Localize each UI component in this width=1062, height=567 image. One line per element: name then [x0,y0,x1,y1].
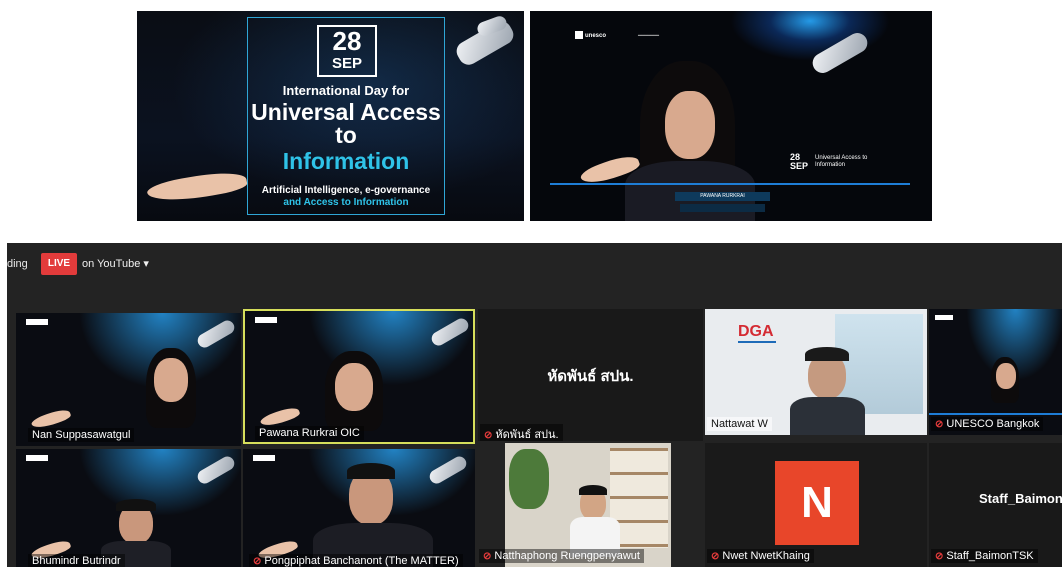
partner-logo-text: ━━━━━━━ [638,33,660,39]
participant-hair [805,347,849,361]
speaker-subtitle-bar [680,204,765,212]
participant-name: Nan Suppasawatgul [28,428,135,442]
mic-muted-icon: ⊘ [253,556,262,567]
robot-hand-icon [195,317,237,351]
poster-date-box: 28 SEP [317,25,377,77]
poster-line2: Universal Access to [251,99,441,148]
participant-name: Bhumindr Butrindr [28,554,125,567]
slide-month: SEP [790,161,809,171]
participant-name-text: UNESCO Bangkok [946,418,1040,430]
video-tile[interactable]: Bhumindr Butrindr [16,449,241,567]
participant-name: Nattawat W [707,417,772,431]
robot-hand-icon [429,315,471,349]
unesco-logo-icon [935,315,953,320]
plant-background [509,449,549,509]
unesco-logo-icon [575,31,583,39]
poster-photo: 28 SEP International Day for Universal A… [137,11,524,221]
participant-name: Pawana Rurkrai OIC [255,426,364,440]
participant-hair [116,499,156,511]
poster-line5: and Access to Information [283,197,409,208]
participant-name-text: Bhumindr Butrindr [32,555,121,567]
video-tile[interactable]: ⊘ Pongpiphat Banchanont (The MATTER) [243,449,475,567]
slide-title: Universal Access to Information [815,155,868,168]
slide-date: 28 SEP [790,153,808,171]
mic-muted-icon: ⊘ [711,551,720,562]
unesco-text: unesco [585,33,607,39]
dga-logo: DGA [738,323,774,340]
video-tile[interactable]: ⊘ UNESCO Bangkok [929,309,1062,435]
poster-line3: Information [282,148,410,174]
participant-name: ⊘ UNESCO Bangkok [931,417,1044,431]
poster-month: SEP [331,55,362,72]
participant-name-text: Nan Suppasawatgul [32,429,131,441]
participant-center-name: Staff_Baimon [979,491,1062,506]
unesco-logo-icon [253,455,275,461]
poster-line4: Artificial Intelligence, e-governance [261,185,431,196]
speaker-body [625,161,755,221]
participant-name-text: Nwet NwetKhaing [722,550,810,562]
speaker-face [665,91,715,159]
stage-line [929,413,1062,415]
participant-center-name: หัดพันธ์ สปน. [547,368,634,385]
poster-line1: International Day for [282,83,410,98]
zoom-window: ding LIVE on YouTube ▾ Nan Suppasawatgul… [7,243,1062,567]
mic-muted-icon: ⊘ [484,430,493,441]
live-destination-dropdown[interactable]: on YouTube ▾ [79,253,153,275]
speaker-name-bar: PAWANA RURKRAI [675,192,770,201]
video-tile[interactable]: N ⊘ Nwet NwetKhaing [705,443,927,567]
video-tile[interactable]: Nan Suppasawatgul [16,313,241,446]
participant-hair [579,485,607,495]
participant-name-text: Pawana Rurkrai OIC [259,427,360,439]
robot-hand-icon [427,453,469,487]
participant-body [790,397,865,435]
participant-avatar: N [775,461,859,545]
dga-logo-underline [738,341,776,343]
video-tile[interactable]: DGA Nattawat W [705,309,927,435]
participant-name: ⊘ หัดพันธ์ สปน. [480,424,563,441]
unesco-logo-icon [255,317,277,323]
robot-hand-icon [195,453,237,487]
mic-muted-icon: ⊘ [935,551,944,562]
participant-name: ⊘ Staff_BaimonTSK [931,549,1038,563]
mic-muted-icon: ⊘ [935,419,944,430]
participant-name-text: Pongpiphat Banchanont (The MATTER) [264,555,459,567]
participant-hair [347,463,395,479]
speaker-photo: unesco ━━━━━━━ 28 SEP Universal Access t… [530,11,932,221]
poster-day: 28 [332,26,362,56]
recording-label: ding [7,258,28,270]
participant-name-text: Nattawat W [711,418,768,430]
participant-name-text: หัดพันธ์ สปน. [495,429,559,441]
participant-name: ⊘ Nwet NwetKhaing [707,549,814,563]
participant-name-text: Staff_BaimonTSK [946,550,1034,562]
live-button[interactable]: LIVE [41,253,77,275]
participant-name: ⊘ Pongpiphat Banchanont (The MATTER) [249,554,463,567]
unesco-logo-icon [26,455,48,461]
stage-line [550,183,910,185]
participant-face [154,358,188,402]
participant-face [996,363,1016,389]
video-tile[interactable]: Staff_Baimon ⊘ Staff_BaimonTSK [929,443,1062,567]
blue-glow [730,11,890,61]
participant-face [335,363,373,411]
participant-name: ⊘ Natthaphong Ruengpenyawut [479,549,644,563]
unesco-logo-icon [26,319,48,325]
video-tile[interactable]: หัดพันธ์ สปน. ⊘ หัดพันธ์ สปน. [478,309,703,441]
participant-name-text: Natthaphong Ruengpenyawut [494,550,640,562]
video-tile-active-speaker[interactable]: Pawana Rurkrai OIC [243,309,475,444]
mic-muted-icon: ⊘ [483,551,492,562]
